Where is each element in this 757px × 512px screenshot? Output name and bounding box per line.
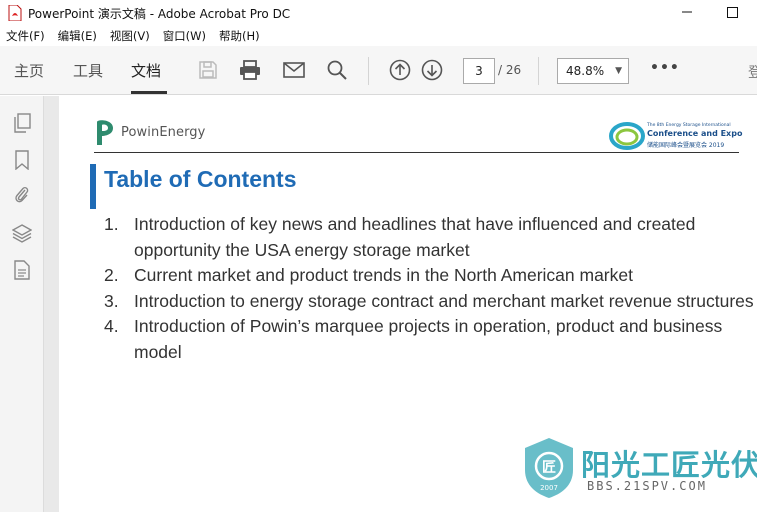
tab-home[interactable]: 主页 [14, 60, 44, 81]
title-accent-bar [90, 164, 96, 209]
header-divider [94, 152, 739, 153]
tab-tools[interactable]: 工具 [73, 60, 103, 81]
print-icon[interactable] [238, 58, 262, 82]
maximize-button[interactable] [721, 2, 743, 22]
title-bar: PowerPoint 演示文稿 - Adobe Acrobat Pro DC [0, 0, 757, 26]
list-item: 2. Current market and product trends in … [104, 263, 754, 289]
zoom-select[interactable]: 48.8% ▼ [557, 58, 629, 84]
sign-in-button[interactable]: 登 [748, 62, 757, 82]
list-text: Introduction of Powin’s marquee projects… [134, 316, 723, 362]
powin-logo: PowinEnergy [94, 118, 205, 146]
more-tools-button[interactable]: ••• [650, 60, 680, 76]
menu-window[interactable]: 窗口(W) [163, 28, 206, 44]
document-view[interactable]: PowinEnergy The 8th Energy Storage Inter… [44, 96, 757, 512]
toc-list: 1. Introduction of key news and headline… [104, 212, 754, 365]
pdf-page: PowinEnergy The 8th Energy Storage Inter… [59, 96, 757, 512]
menu-bar: 文件(F) 编辑(E) 视图(V) 窗口(W) 帮助(H) [0, 26, 757, 46]
forum-watermark: 匠 2007 阳光工匠光伏论坛 BBS.21SPV.COM [521, 436, 757, 506]
page-thumbnails-icon[interactable] [11, 112, 33, 134]
company-name: PowinEnergy [121, 124, 206, 140]
watermark-year: 2007 [540, 484, 558, 492]
list-text: Introduction to energy storage contract … [134, 290, 754, 311]
page-total: / 26 [498, 63, 522, 77]
previous-page-icon[interactable] [388, 58, 412, 82]
toolbar-separator [538, 57, 539, 85]
conference-swirl-icon [609, 122, 645, 150]
menu-help[interactable]: 帮助(H) [219, 28, 260, 44]
conference-subtitle: The 8th Energy Storage International [647, 123, 731, 128]
tab-document[interactable]: 文档 [131, 60, 161, 81]
bookmark-icon[interactable] [11, 149, 33, 171]
active-tab-indicator [131, 91, 167, 94]
list-number: 3. [104, 290, 119, 311]
save-icon[interactable] [196, 58, 220, 82]
minimize-button[interactable] [676, 2, 698, 22]
page-title: Table of Contents [104, 166, 297, 192]
list-text: Current market and product trends in the… [134, 265, 633, 285]
list-item: 3. Introduction to energy storage contra… [104, 289, 754, 315]
conference-chinese: 储能国际峰会暨展览会 2019 [647, 142, 725, 149]
menu-file[interactable]: 文件(F) [6, 28, 45, 44]
svg-text:匠: 匠 [542, 460, 556, 476]
watermark-url: BBS.21SPV.COM [587, 479, 707, 493]
chevron-down-icon: ▼ [615, 66, 622, 76]
list-text: Introduction of key news and headlines t… [134, 214, 696, 260]
menu-view[interactable]: 视图(V) [110, 28, 150, 44]
page-number-input[interactable]: 3 [463, 58, 495, 84]
next-page-icon[interactable] [420, 58, 444, 82]
toolbar: 主页 工具 文档 3 / 26 48.8% ▼ ••• 登 [0, 46, 757, 95]
watermark-shield-icon: 匠 2007 [525, 438, 573, 498]
window-title: PowerPoint 演示文稿 - Adobe Acrobat Pro DC [28, 6, 291, 21]
conference-logo: The 8th Energy Storage International Con… [609, 120, 743, 152]
search-icon[interactable] [325, 58, 349, 82]
powin-leaf-icon [97, 120, 113, 145]
menu-edit[interactable]: 编辑(E) [58, 28, 97, 44]
list-item: 4. Introduction of Powin’s marquee proje… [104, 314, 754, 365]
watermark-text: 阳光工匠光伏论坛 [581, 448, 757, 482]
conference-title: Conference and Expo [647, 129, 743, 138]
zoom-value: 48.8% [566, 64, 605, 78]
attachment-icon[interactable] [11, 184, 33, 206]
list-number: 2. [104, 265, 119, 285]
list-item: 1. Introduction of key news and headline… [104, 212, 754, 263]
list-number: 4. [104, 316, 119, 336]
document-icon[interactable] [11, 259, 33, 281]
email-icon[interactable] [282, 58, 306, 82]
toolbar-separator [368, 57, 369, 85]
layers-icon[interactable] [11, 222, 33, 244]
list-number: 1. [104, 214, 119, 234]
navigation-pane [0, 96, 44, 512]
acrobat-file-icon [8, 5, 22, 21]
